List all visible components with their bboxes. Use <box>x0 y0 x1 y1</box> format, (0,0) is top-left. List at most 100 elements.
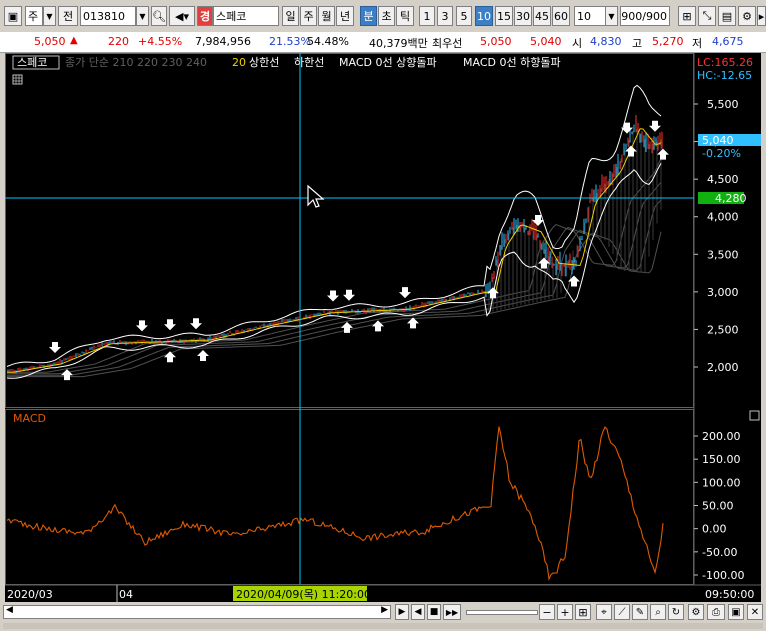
price-tick-label: 2,000 <box>707 361 739 374</box>
interval-select[interactable]: 10 <box>574 6 606 26</box>
market-type-label: 전 <box>62 10 74 23</box>
scroll-right-icon[interactable]: ▶ <box>381 605 388 615</box>
interval-3-button[interactable]: 3 <box>437 6 453 26</box>
period-month-button[interactable]: 월 <box>318 6 335 26</box>
more-icon[interactable]: ▸ <box>757 6 766 26</box>
sell-arrow-icon <box>343 289 355 301</box>
chart-toolbar: ▣ 주 ▼ 전 013810 ▼ 🔍︎ ◀▾ 경 스페코 일 주 월 년 분 초… <box>0 0 766 33</box>
time-axis-month: 04 <box>119 588 133 601</box>
refresh-icon[interactable]: ↻ <box>668 604 684 620</box>
period-second-button[interactable]: 초 <box>378 6 395 26</box>
price-panel-frame <box>5 53 694 408</box>
chart-area[interactable]: 스페코 종가 단순 210 220 230 240 20 상한선 하한선 MAC… <box>5 53 761 602</box>
draw-tools-icon[interactable]: ⤡ <box>698 6 716 26</box>
stock-code-input[interactable]: 013810 <box>80 6 136 26</box>
interval-label: 15 <box>497 9 511 23</box>
ma-line <box>7 181 662 375</box>
interval-10-button[interactable]: 10 <box>475 6 493 26</box>
save-icon[interactable]: ▣ <box>728 604 744 620</box>
zoom-fit-icon[interactable]: ⊞ <box>575 604 591 620</box>
step-back-button[interactable]: ◀ <box>411 604 425 620</box>
interval-label: 45 <box>535 9 549 23</box>
low-label: 저 <box>692 37 703 50</box>
period-week-button[interactable]: 주 <box>300 6 317 26</box>
period-tick-label: 틱 <box>399 10 411 23</box>
bar-count-field[interactable]: 900/900 <box>620 6 670 26</box>
trend-line-icon[interactable]: ⟋ <box>614 604 630 620</box>
time-axis-start: 2020/03 <box>7 588 53 601</box>
last-price-label: 5,040 <box>702 134 734 147</box>
settings-icon[interactable]: ⚙ <box>688 604 704 620</box>
grid-icon-lines <box>13 75 22 84</box>
interval-45-button[interactable]: 45 <box>533 6 551 26</box>
interval-1-button[interactable]: 1 <box>419 6 435 26</box>
macd-tick-label: 150.00 <box>702 453 741 466</box>
stop-button[interactable]: ■ <box>427 604 441 620</box>
chart-canvas[interactable]: 스페코 종가 단순 210 220 230 240 20 상한선 하한선 MAC… <box>5 53 761 602</box>
interval-5-button[interactable]: 5 <box>456 6 472 26</box>
trade-amount: 40,379백만 <box>369 37 428 50</box>
price-tick-label: 5,500 <box>707 98 739 111</box>
draw-line-icon[interactable]: ✎ <box>632 604 648 620</box>
period-day-button[interactable]: 일 <box>282 6 299 26</box>
interval-label: 5 <box>460 9 468 23</box>
market-select[interactable]: 주 <box>25 6 43 26</box>
best-quote-label: 최우선 <box>432 37 463 50</box>
sell-arrow-icon <box>49 341 61 353</box>
period-minute-label: 분 <box>363 10 374 23</box>
price-change: 220 <box>108 35 129 48</box>
interval-30-button[interactable]: 30 <box>514 6 532 26</box>
macd-panel-menu-icon[interactable] <box>749 410 760 421</box>
last-change-label: -0.20% <box>702 147 741 160</box>
print-icon[interactable]: ⎙ <box>707 604 725 620</box>
zoom-out-icon[interactable]: − <box>539 604 555 620</box>
layout-icon[interactable]: ▤ <box>718 6 736 26</box>
zoom-in-icon[interactable]: + <box>557 604 573 620</box>
warning-badge-label: 경 <box>199 10 211 23</box>
gear-icon[interactable]: ⚙ <box>738 6 756 26</box>
period-minute-button[interactable]: 분 <box>360 6 377 26</box>
buy-arrow-icon <box>657 148 669 160</box>
horizontal-scrollbar[interactable]: ◀ ▶ <box>3 605 391 619</box>
sell-arrow-icon <box>190 318 202 330</box>
sell-arrow-icon <box>136 320 148 332</box>
interval-60-button[interactable]: 60 <box>552 6 570 26</box>
crosshair-tool-icon[interactable]: ⌖ <box>596 604 612 620</box>
search-icon[interactable]: 🔍︎ <box>151 6 167 26</box>
buy-arrow-icon <box>61 369 73 381</box>
buy-arrow-icon <box>197 350 209 362</box>
period-year-label: 년 <box>339 10 351 23</box>
interval-label: 10 <box>477 9 491 23</box>
add-indicator-icon[interactable]: ⊞ <box>678 6 696 26</box>
speaker-icon[interactable]: ◀▾ <box>169 6 195 26</box>
period-year-button[interactable]: 년 <box>336 6 354 26</box>
candles <box>7 115 663 374</box>
macd-tick-label: -50.00 <box>702 546 737 559</box>
up-triangle-icon: ▲ <box>70 35 78 46</box>
sell-arrow-icon <box>327 290 339 302</box>
interval-15-button[interactable]: 15 <box>495 6 513 26</box>
zoom-slider[interactable] <box>466 610 538 615</box>
market-type-button[interactable]: 전 <box>58 6 78 26</box>
macd-tick-label: 0.00 <box>702 523 727 536</box>
macd-line <box>6 426 664 581</box>
stock-code-value: 013810 <box>83 9 125 23</box>
scroll-left-icon[interactable]: ◀ <box>6 605 13 615</box>
chevron-down-icon[interactable]: ▼ <box>43 6 56 26</box>
price-tick-label: 4,500 <box>707 173 739 186</box>
mouse-cursor-icon <box>307 184 325 208</box>
period-tick-button[interactable]: 틱 <box>396 6 414 26</box>
close-icon[interactable]: ✕ <box>747 604 763 620</box>
step-forward-button[interactable]: ▶ <box>395 604 409 620</box>
ma20-line <box>7 128 662 373</box>
chevron-down-icon[interactable]: ▼ <box>605 6 618 26</box>
warning-badge: 경 <box>197 6 213 26</box>
fast-forward-button[interactable]: ▶▶ <box>443 604 461 620</box>
grid-icon[interactable] <box>12 74 23 85</box>
ma-fan <box>7 129 662 378</box>
magnifier-icon[interactable]: ⌕ <box>650 604 666 620</box>
chart-menu-icon[interactable]: ▣ <box>4 6 22 26</box>
legend-ma20: 20 <box>232 56 246 69</box>
chevron-down-icon[interactable]: ▼ <box>136 6 149 26</box>
macd-axis: 200.00 150.00 100.00 50.00 0.00 -50.00 -100.00 <box>694 430 744 582</box>
